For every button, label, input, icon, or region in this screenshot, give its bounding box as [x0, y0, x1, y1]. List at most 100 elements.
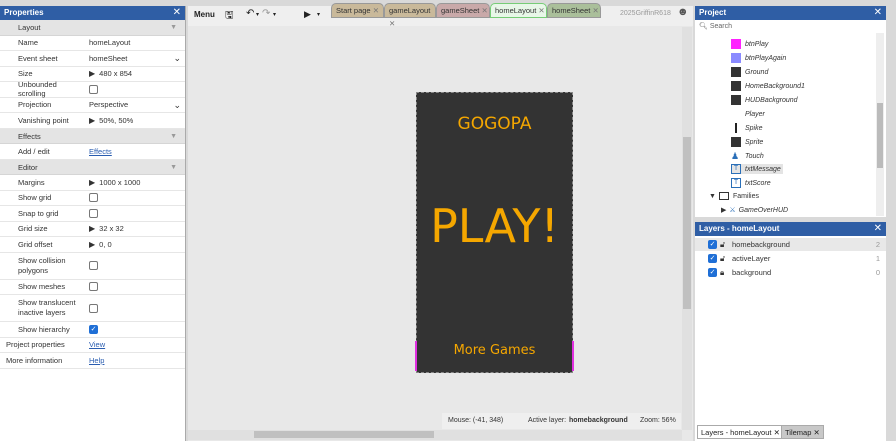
translucent-checkbox[interactable]	[89, 303, 98, 313]
meshes-checkbox[interactable]	[89, 282, 98, 292]
tab-homelayout[interactable]: homeLayout ✕	[490, 3, 547, 18]
project-item[interactable]: HUDBackground	[731, 95, 798, 105]
close-icon[interactable]: ✕	[373, 6, 379, 15]
chevron-down-icon[interactable]: ▾	[273, 11, 276, 18]
account-icon[interactable]: ☻	[677, 6, 689, 18]
expand-icon[interactable]: ▶	[89, 224, 95, 233]
hierarchy-checkbox[interactable]: ✓	[89, 324, 98, 334]
horizontal-scrollbar[interactable]	[188, 430, 682, 440]
project-title: Project	[699, 8, 727, 17]
tab-gamesheet[interactable]: gameSheet ✕	[436, 3, 490, 18]
project-item[interactable]: btnPlayAgain	[731, 53, 786, 63]
search-field[interactable]: 🔍︎ Search	[699, 22, 732, 30]
gridsize-field[interactable]: ▶ 32 x 32	[79, 222, 185, 237]
prop-moreinfo: More information Help	[0, 353, 185, 369]
chevron-down-icon[interactable]: ▾	[317, 11, 320, 18]
expand-icon[interactable]: ▶	[89, 69, 95, 78]
collapse-icon[interactable]: ▼	[170, 160, 177, 176]
close-icon[interactable]: ✕	[538, 6, 544, 15]
effects-link[interactable]: Effects	[89, 147, 112, 156]
project-item[interactable]: ♟ Touch	[731, 151, 764, 161]
chevron-down-icon[interactable]: ▼	[709, 193, 716, 200]
layer-row[interactable]: ✓ 🔓︎ homebackground 2	[695, 238, 886, 251]
properties-panel: Properties ✕ Layout ▼ Name homeLayout Even…	[0, 6, 186, 441]
close-icon[interactable]: ✕	[592, 6, 598, 15]
expand-icon[interactable]: ▶	[89, 116, 95, 125]
margins-field[interactable]: ▶ 1000 x 1000	[79, 175, 185, 190]
tab-layers[interactable]: Layers - homeLayout ✕	[697, 425, 784, 439]
section-effects[interactable]: Effects ▼	[0, 128, 185, 145]
name-field[interactable]: homeLayout	[79, 36, 185, 51]
project-item[interactable]: Ground	[731, 67, 768, 77]
play-icon[interactable]: ▶	[304, 9, 311, 20]
help-link[interactable]: Help	[89, 356, 104, 365]
layer-row[interactable]: ✓ 🔓︎ activeLayer 1	[695, 252, 886, 265]
unbounded-checkbox[interactable]	[89, 84, 98, 94]
section-editor[interactable]: Editor ▼	[0, 159, 185, 176]
vertical-scrollbar[interactable]	[682, 27, 692, 430]
tab-start-page[interactable]: Start page ✕	[331, 3, 384, 18]
view-link[interactable]: View	[89, 340, 105, 349]
expand-icon[interactable]: ▶	[721, 206, 726, 214]
project-item[interactable]: Sprite	[731, 137, 763, 147]
unlock-icon[interactable]: 🔓︎	[720, 252, 725, 265]
close-icon[interactable]: ✕	[481, 6, 487, 15]
scrollbar-thumb[interactable]	[683, 137, 691, 309]
save-icon[interactable]: 🖫	[225, 8, 234, 25]
tab-tilemap[interactable]: Tilemap ✕	[781, 425, 824, 439]
menu-button[interactable]: Menu	[194, 10, 215, 19]
project-item[interactable]: btnPlay	[731, 39, 768, 49]
tab-homesheet[interactable]: homeSheet ✕	[547, 3, 601, 18]
collapse-icon[interactable]: ▼	[170, 20, 177, 36]
lock-icon[interactable]: 🔒︎	[720, 266, 724, 279]
collision-checkbox[interactable]	[89, 261, 98, 270]
project-item[interactable]: HomeBackground1	[731, 81, 805, 91]
layer-row[interactable]: ✓ 🔒︎ background 0	[695, 266, 886, 279]
project-item[interactable]: Player	[731, 109, 765, 119]
project-item[interactable]: TtxtMessage	[731, 164, 783, 174]
size-field[interactable]: ▶ 480 x 854	[79, 67, 185, 82]
vertical-scrollbar[interactable]	[876, 33, 884, 216]
snap-checkbox[interactable]	[89, 208, 98, 218]
scrollbar-thumb[interactable]	[877, 103, 883, 168]
close-icon[interactable]: ✕	[874, 6, 882, 20]
play-text-object[interactable]: PLAY!	[417, 199, 572, 253]
layer-visible-checkbox[interactable]: ✓	[708, 268, 717, 277]
chevron-down-icon[interactable]: ▾	[256, 11, 259, 18]
undo-icon[interactable]: ↶	[246, 8, 254, 19]
close-icon[interactable]: ✕	[774, 428, 780, 437]
projection-select[interactable]: Perspective ⌄	[79, 98, 185, 113]
vanishing-field[interactable]: ▶ 50%, 50%	[79, 113, 185, 128]
section-layout[interactable]: Layout ▼	[0, 20, 185, 36]
family-item[interactable]: ▶ ⚔ GameOverHUD	[721, 206, 788, 215]
more-games-text-object[interactable]: More Games	[417, 343, 572, 358]
project-item[interactable]: Spike	[731, 123, 763, 133]
tab-gamelayout[interactable]: gameLayout ✕	[384, 3, 436, 28]
collapse-icon[interactable]: ▼	[170, 129, 177, 145]
eventsheet-select[interactable]: homeSheet ⌄	[79, 51, 185, 66]
gridoffset-field[interactable]: ▶ 0, 0	[79, 237, 185, 252]
title-text-object[interactable]: GOGOPA	[417, 114, 572, 134]
layer-visible-checkbox[interactable]: ✓	[708, 240, 717, 249]
layer-index: 0	[875, 268, 880, 277]
select-value: Perspective	[89, 100, 129, 110]
prop-vanishing: Vanishing point ▶ 50%, 50%	[0, 113, 185, 129]
prop-label: Grid offset	[18, 239, 53, 249]
prop-margins: Margins ▶ 1000 x 1000	[0, 175, 185, 191]
close-icon[interactable]: ✕	[173, 6, 181, 20]
close-icon[interactable]: ✕	[389, 19, 395, 28]
expand-icon[interactable]: ▶	[89, 178, 95, 187]
close-icon[interactable]: ✕	[814, 428, 820, 437]
chevron-down-icon[interactable]: ⌄	[173, 100, 181, 111]
redo-icon[interactable]: ↷	[262, 8, 270, 19]
unlock-icon[interactable]: 🔓︎	[720, 238, 725, 251]
layout-canvas[interactable]: GOGOPA PLAY! More Games	[415, 92, 574, 373]
expand-icon[interactable]: ▶	[89, 240, 95, 249]
chevron-down-icon[interactable]: ⌄	[173, 53, 181, 64]
scrollbar-thumb[interactable]	[254, 431, 434, 438]
showgrid-checkbox[interactable]	[89, 193, 98, 203]
project-item[interactable]: TtxtScore	[731, 178, 771, 188]
close-icon[interactable]: ✕	[874, 222, 882, 236]
layer-visible-checkbox[interactable]: ✓	[708, 254, 717, 263]
families-folder[interactable]: ▼ Families	[709, 192, 759, 200]
